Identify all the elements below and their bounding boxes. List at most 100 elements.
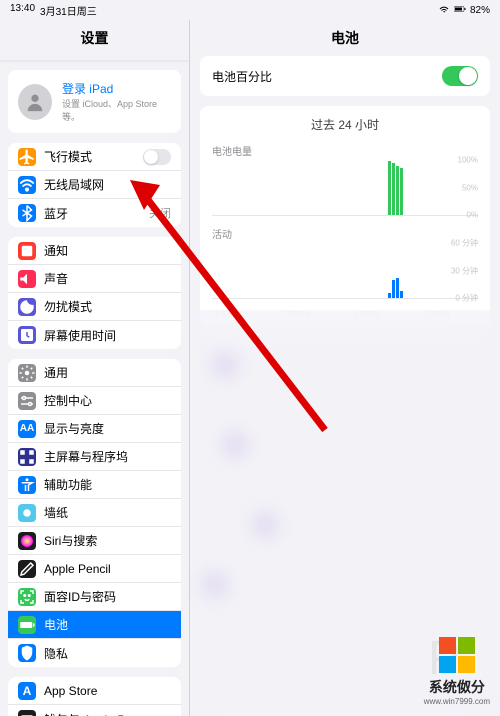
signin-title: 登录 iPad <box>62 80 171 97</box>
watermark: 系统伮分 www.win7999.com <box>424 637 490 706</box>
sidebar-item-label: 面容ID与密码 <box>44 588 171 605</box>
siri-icon <box>18 532 36 550</box>
sidebar-item-label: 声音 <box>44 270 171 287</box>
sidebar-item-sound[interactable]: 声音 <box>8 265 181 293</box>
sidebar-item-appstore[interactable]: A App Store <box>8 677 181 705</box>
home-icon <box>18 448 36 466</box>
sidebar-item-label: App Store <box>44 684 171 698</box>
sidebar-item-label: 钱包与 Apple Pay <box>44 711 171 716</box>
battery-pct-row[interactable]: 电池百分比 <box>200 56 490 96</box>
sidebar-item-label: 辅助功能 <box>44 476 171 493</box>
sidebar-item-wifi[interactable]: 无线局域网 <box>8 171 181 199</box>
accessibility-icon <box>18 476 36 494</box>
sidebar-item-label: 主屏幕与程序坞 <box>44 448 171 465</box>
status-battery-pct: 82% <box>470 5 490 16</box>
sidebar-item-wallet[interactable]: 钱包与 Apple Pay <box>8 705 181 716</box>
airplane-icon <box>18 148 36 166</box>
appstore-icon: A <box>18 682 36 700</box>
chart-bar <box>388 161 391 215</box>
y-tick: 30 分钟 <box>451 265 478 276</box>
settings-sidebar: 设置 登录 iPad 设置 iCloud、App Store 等。 飞行模式无线… <box>0 20 190 716</box>
sidebar-item-privacy[interactable]: 隐私 <box>8 639 181 667</box>
wifi-icon <box>438 3 450 18</box>
wallet-icon <box>18 710 36 716</box>
watermark-text: 系统伮分 <box>429 679 485 695</box>
sidebar-item-general[interactable]: 通用 <box>8 359 181 387</box>
y-tick: 60 分钟 <box>451 238 478 249</box>
general-group: 通用控制中心 AA 显示与亮度主屏幕与程序坞辅助功能墙纸 Siri与搜索 Apple P… <box>8 359 181 667</box>
avatar <box>18 84 52 120</box>
sidebar-item-dnd[interactable]: 勿扰模式 <box>8 293 181 321</box>
sidebar-item-label: 墙纸 <box>44 504 171 521</box>
y-tick: 0 分钟 <box>455 293 478 304</box>
battery-pct-label: 电池百分比 <box>212 68 442 85</box>
wallpaper-icon <box>18 504 36 522</box>
section-activity: 活动 <box>212 226 478 241</box>
display-icon: AA <box>18 420 36 438</box>
sidebar-item-label: 通用 <box>44 364 171 381</box>
sidebar-item-faceid[interactable]: 面容ID与密码 <box>8 583 181 611</box>
sidebar-item-bluetooth[interactable]: 蓝牙关闭 <box>8 199 181 227</box>
signin-sub: 设置 iCloud、App Store 等。 <box>62 97 171 123</box>
store-group: A App Store 钱包与 Apple Pay <box>8 677 181 716</box>
notifications-icon <box>18 242 36 260</box>
sidebar-item-label: 屏幕使用时间 <box>44 327 171 344</box>
sidebar-item-label: 飞行模式 <box>44 148 143 165</box>
sidebar-item-airplane[interactable]: 飞行模式 <box>8 143 181 171</box>
status-bar: 13:40 3月31日周三 82% <box>0 0 500 20</box>
chart-bar <box>388 293 391 299</box>
battery-pct-toggle[interactable] <box>442 66 478 86</box>
sidebar-item-home[interactable]: 主屏幕与程序坞 <box>8 443 181 471</box>
chart-bar <box>396 166 399 216</box>
battery-pct-card: 电池百分比 <box>200 56 490 96</box>
y-tick: 100% <box>458 156 478 165</box>
chart-bar <box>400 168 403 215</box>
sidebar-item-battery[interactable]: 电池 <box>8 611 181 639</box>
activity-chart: 60 分钟 30 分钟 0 分钟 <box>212 243 478 299</box>
status-time: 13:40 <box>10 3 35 18</box>
privacy-icon <box>18 644 36 662</box>
chart-card: 过去 24 小时 电池电量 100% 50% 0% 活动 60 分钟 30 分钟… <box>200 106 490 326</box>
faceid-icon <box>18 588 36 606</box>
chart-period-title: 过去 24 小时 <box>212 116 478 133</box>
sidebar-item-wallpaper[interactable]: 墙纸 <box>8 499 181 527</box>
y-tick: 50% <box>462 183 478 192</box>
sidebar-item-accessibility[interactable]: 辅助功能 <box>8 471 181 499</box>
sidebar-item-screentime[interactable]: 屏幕使用时间 <box>8 321 181 349</box>
watermark-url: www.win7999.com <box>424 697 490 706</box>
sidebar-item-label: 显示与亮度 <box>44 420 171 437</box>
sidebar-item-label: Apple Pencil <box>44 562 171 576</box>
wifi-icon <box>18 176 36 194</box>
dnd-icon <box>18 298 36 316</box>
sidebar-item-label: Siri与搜索 <box>44 532 171 549</box>
sidebar-title: 设置 <box>0 20 189 60</box>
sidebar-item-control[interactable]: 控制中心 <box>8 387 181 415</box>
control-icon <box>18 392 36 410</box>
sidebar-item-label: 蓝牙 <box>44 205 149 222</box>
notifications-group: 通知声音勿扰模式屏幕使用时间 <box>8 237 181 349</box>
sidebar-item-label: 电池 <box>44 616 171 633</box>
screentime-icon <box>18 326 36 344</box>
chart-bar <box>392 163 395 215</box>
sound-icon <box>18 270 36 288</box>
watermark-logo <box>439 637 475 673</box>
section-level: 电池电量 <box>212 143 478 158</box>
sidebar-item-label: 隐私 <box>44 645 171 662</box>
y-tick: 0% <box>466 211 478 220</box>
status-date: 3月31日周三 <box>40 3 97 18</box>
sidebar-item-pencil[interactable]: Apple Pencil <box>8 555 181 583</box>
sidebar-item-label: 控制中心 <box>44 392 171 409</box>
sidebar-item-label: 勿扰模式 <box>44 298 171 315</box>
signin-group[interactable]: 登录 iPad 设置 iCloud、App Store 等。 <box>8 70 181 133</box>
sidebar-item-notifications[interactable]: 通知 <box>8 237 181 265</box>
sidebar-item-display[interactable]: AA 显示与亮度 <box>8 415 181 443</box>
connectivity-group: 飞行模式无线局域网蓝牙关闭 <box>8 143 181 227</box>
sidebar-item-trail: 关闭 <box>149 205 171 221</box>
general-icon <box>18 364 36 382</box>
battery-level-chart: 100% 50% 0% <box>212 160 478 216</box>
sidebar-item-label: 无线局域网 <box>44 176 171 193</box>
pencil-icon <box>18 560 36 578</box>
content-title: 电池 <box>200 20 490 56</box>
airplane-toggle[interactable] <box>143 149 171 165</box>
sidebar-item-siri[interactable]: Siri与搜索 <box>8 527 181 555</box>
